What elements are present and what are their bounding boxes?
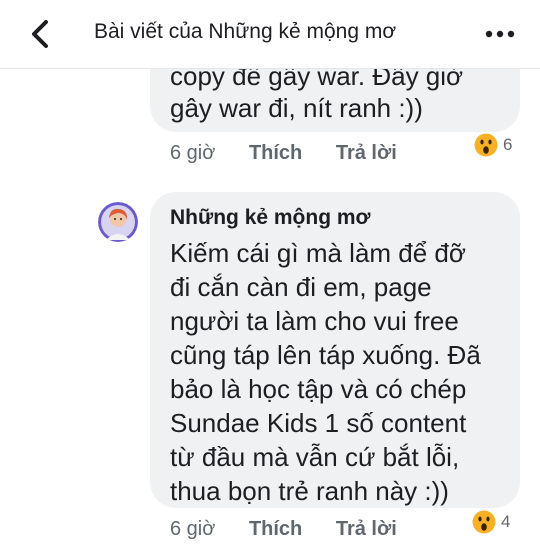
more-options-button[interactable] [482,18,518,50]
reaction-summary[interactable]: 6 [472,131,512,159]
comment-line: Sundae Kids 1 số content [170,408,467,438]
comment-line: từ đầu mà vẫn cứ bắt lỗi, [170,442,460,472]
comment-author[interactable]: Những kẻ mộng mơ [170,206,370,230]
comment-line: Kiếm cái gì mà làm để đỡ [170,238,466,268]
comment-line: thua bọn trẻ ranh này :)) [170,476,449,506]
avatar[interactable] [98,202,138,242]
reply-button[interactable]: Trả lời [336,142,397,165]
like-button[interactable]: Thích [249,142,302,165]
comment-line: gây war đi, nít ranh :)) [170,93,423,123]
comment-text: Kiếm cái gì mà làm để đỡ đi cắn càn đi e… [170,236,510,508]
comment-actions: 6 giờ Thích Trả lời [170,142,425,165]
wow-emoji-icon [473,132,499,158]
reaction-count: 4 [501,512,511,531]
comment-line: đi cắn càn đi em, page [170,272,432,302]
reaction-summary[interactable]: 4 [470,508,510,536]
comment-actions: 6 giờ Thích Trả lời [170,518,425,541]
back-button[interactable] [24,16,56,52]
reply-button[interactable]: Trả lời [336,518,397,541]
comment-bubble[interactable]: Những kẻ mộng mơ Kiếm cái gì mà làm để đ… [150,192,520,508]
comment-line: bảo là học tập và có chép [170,374,467,404]
wow-emoji-icon [471,509,497,535]
comment-time[interactable]: 6 giờ [170,142,215,165]
comment-time[interactable]: 6 giờ [170,518,215,541]
page-title: Bài viết của Những kẻ mộng mơ [94,20,397,43]
like-button[interactable]: Thích [249,518,302,541]
top-bar: Bài viết của Những kẻ mộng mơ [0,0,540,69]
comment-text: copy để gây war. Đây giờ gây war đi, nít… [170,60,463,124]
back-arrow-icon [32,20,48,48]
reaction-count: 6 [503,135,513,154]
comment-line: người ta làm cho vui free [170,306,459,336]
more-dots-icon [485,30,515,38]
avatar-image [98,202,138,242]
comment-line: cũng táp lên táp xuống. Đã [170,340,481,370]
